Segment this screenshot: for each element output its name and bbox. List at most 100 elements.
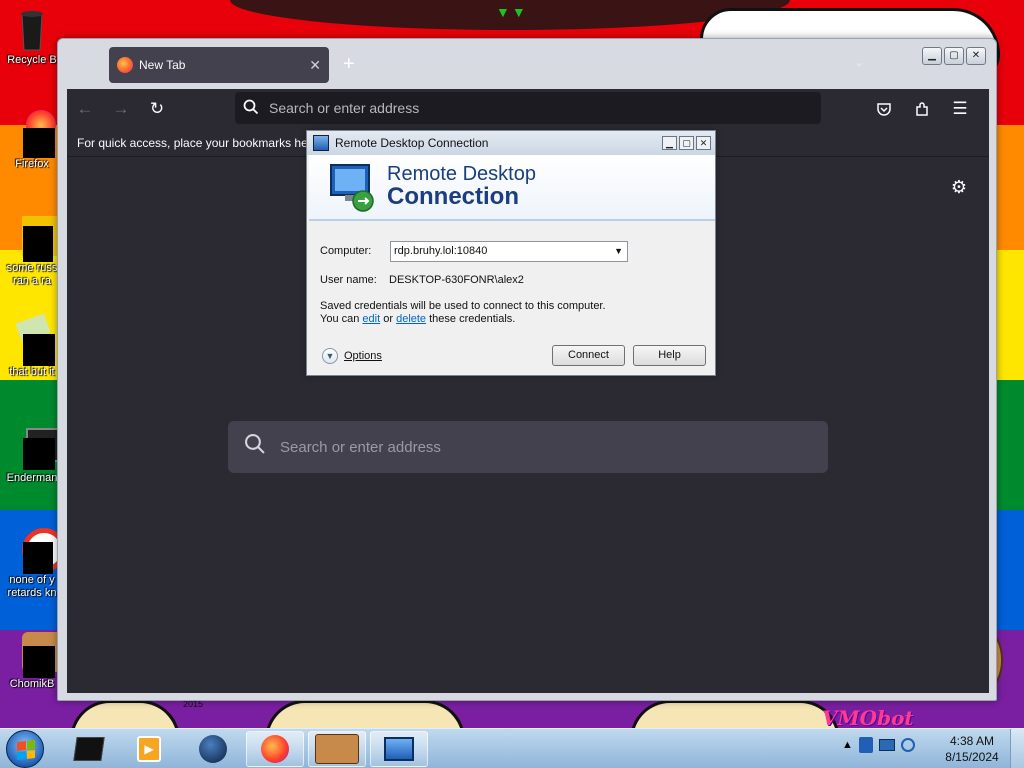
desktop-icon-app[interactable]: none of y retards kn (0, 526, 66, 600)
dialog-title: Remote Desktop Connection (335, 136, 489, 150)
clock-time: 4:38 AM (949, 734, 995, 748)
pocket-icon[interactable] (867, 91, 901, 127)
desktop-icon-label: Recycle B (7, 54, 57, 66)
desktop-icon-label: Firefox (15, 158, 49, 170)
taskbar-remote-desktop[interactable] (370, 731, 428, 767)
folder-icon (8, 214, 62, 262)
firefox-icon (117, 57, 133, 73)
gear-icon[interactable]: ⚙ (951, 177, 967, 198)
back-icon[interactable]: ← (67, 91, 103, 127)
options-label: Options (344, 350, 382, 362)
clock-date: 8/15/2024 (945, 750, 999, 764)
window-controls: ▁ ▢ ✕ (922, 47, 986, 65)
content-search-input[interactable]: Search or enter address (228, 421, 828, 473)
taskbar-media-player[interactable]: ▶ (120, 731, 178, 767)
taskbar-firefox[interactable] (246, 731, 304, 767)
desktop-icon-enderman[interactable]: Enderman (0, 424, 64, 485)
navigation-toolbar: ← → ↻ Search or enter address ☰ (67, 89, 989, 129)
desktop-icon-label: ChomikB (9, 678, 55, 690)
taskbar-globe[interactable] (184, 731, 242, 767)
maximize-button[interactable]: ▢ (679, 136, 694, 150)
username-label: User name: (320, 274, 377, 286)
menu-icon[interactable]: ☰ (943, 91, 977, 127)
search-icon (243, 99, 259, 118)
show-hidden-icons-icon[interactable]: ▲ (842, 739, 853, 751)
taskbar-chomikbox[interactable] (308, 731, 366, 767)
delete-credentials-link[interactable]: delete (396, 313, 426, 325)
remote-desktop-logo-icon (330, 164, 374, 212)
desktop-icon-recycle-bin[interactable]: Recycle B (0, 6, 64, 67)
credentials-info-line1: Saved credentials will be used to connec… (320, 300, 606, 312)
tab-title: New Tab (139, 58, 186, 72)
close-tab-icon[interactable]: ✕ (309, 57, 321, 74)
shortcut-icon (8, 313, 56, 366)
app-icon (8, 526, 66, 574)
firefox-icon (261, 735, 289, 763)
bookmarks-hint: For quick access, place your bookmarks h… (77, 136, 319, 150)
windows-logo-icon (17, 740, 35, 760)
terminal-icon (73, 737, 105, 761)
start-button[interactable] (6, 730, 44, 768)
recycle-bin-icon (8, 6, 56, 54)
dialog-window-controls: ▁ ▢ ✕ (662, 136, 711, 150)
desktop-icon-folder[interactable]: some russ ran a ra (0, 214, 64, 288)
media-player-icon: ▶ (137, 736, 161, 762)
wallpaper-dots: ▼▼ (496, 4, 528, 20)
forward-icon[interactable]: → (103, 91, 139, 127)
close-button[interactable]: ✕ (966, 47, 986, 65)
desktop-icon-label: Enderman (6, 472, 58, 484)
taskbar: ▶ ▲ 4:38 AM 8/15/2024 (0, 728, 1024, 768)
new-tab-button[interactable]: + (343, 53, 355, 76)
minimize-button[interactable]: ▁ (662, 136, 677, 150)
tray-app-icon[interactable] (858, 737, 873, 753)
connect-button[interactable]: Connect (552, 345, 625, 366)
content-search-placeholder: Search or enter address (280, 438, 441, 456)
minimize-button[interactable]: ▁ (922, 47, 942, 65)
edit-credentials-link[interactable]: edit (362, 313, 380, 325)
dialog-banner: Remote Desktop Connection (309, 155, 715, 221)
computer-combobox[interactable]: rdp.bruhy.lol:10840 ▼ (390, 241, 628, 262)
remote-desktop-icon (384, 737, 414, 761)
system-tray: ▲ (842, 737, 915, 753)
clock[interactable]: 4:38 AM 8/15/2024 (940, 733, 1004, 765)
wallpaper-shape (265, 700, 465, 728)
show-desktop-button[interactable] (1010, 729, 1024, 768)
desktop-icon-firefox[interactable]: Firefox (0, 110, 64, 171)
address-bar[interactable]: Search or enter address (235, 92, 821, 124)
extensions-icon[interactable] (905, 91, 939, 127)
volume-icon[interactable] (900, 738, 915, 752)
options-toggle[interactable]: ▼ Options (322, 348, 382, 364)
computer-label: Computer: (320, 245, 372, 257)
desktop-icon-chomikbox[interactable]: ChomikB (0, 630, 64, 691)
username-value: DESKTOP-630FONR\alex2 (389, 274, 524, 286)
desktop-icon-label: that but it (9, 366, 55, 378)
help-button[interactable]: Help (633, 345, 706, 366)
list-all-tabs-icon[interactable]: ⌄ (854, 55, 864, 69)
tab-new-tab[interactable]: New Tab ✕ (109, 47, 329, 83)
desktop-icon-shortcut[interactable]: that but it (0, 313, 64, 379)
credentials-info-line2: You can edit or delete these credentials… (320, 313, 515, 325)
globe-icon (199, 735, 227, 763)
wallpaper-shape (630, 700, 840, 728)
toolbar-right: ☰ (867, 91, 977, 127)
banner-title-line2: Connection (387, 183, 519, 210)
address-placeholder: Search or enter address (269, 100, 420, 116)
desktop-icon-label: none of y retards kn (7, 574, 57, 599)
info-text: You can (320, 313, 360, 325)
taskbar-terminal[interactable] (60, 731, 118, 767)
network-icon[interactable] (878, 739, 895, 751)
close-button[interactable]: ✕ (696, 136, 711, 150)
hamster-icon (8, 630, 64, 678)
app-icon (8, 424, 64, 472)
chomikbox-icon (315, 734, 359, 764)
wallpaper-text: VMObot (822, 706, 914, 728)
info-text: these credentials. (429, 313, 516, 325)
search-icon (244, 433, 266, 461)
info-text: or (383, 313, 394, 325)
desktop-wallpaper: ▼▼ 2015 VMObot Recycle B Firefox some ru… (0, 0, 1024, 728)
reload-icon[interactable]: ↻ (139, 91, 175, 127)
desktop-icon-label: some russ ran a ra (6, 262, 58, 287)
dialog-titlebar[interactable]: Remote Desktop Connection ▁ ▢ ✕ (307, 131, 715, 155)
dropdown-arrow-icon[interactable]: ▼ (614, 242, 623, 261)
maximize-button[interactable]: ▢ (944, 47, 964, 65)
